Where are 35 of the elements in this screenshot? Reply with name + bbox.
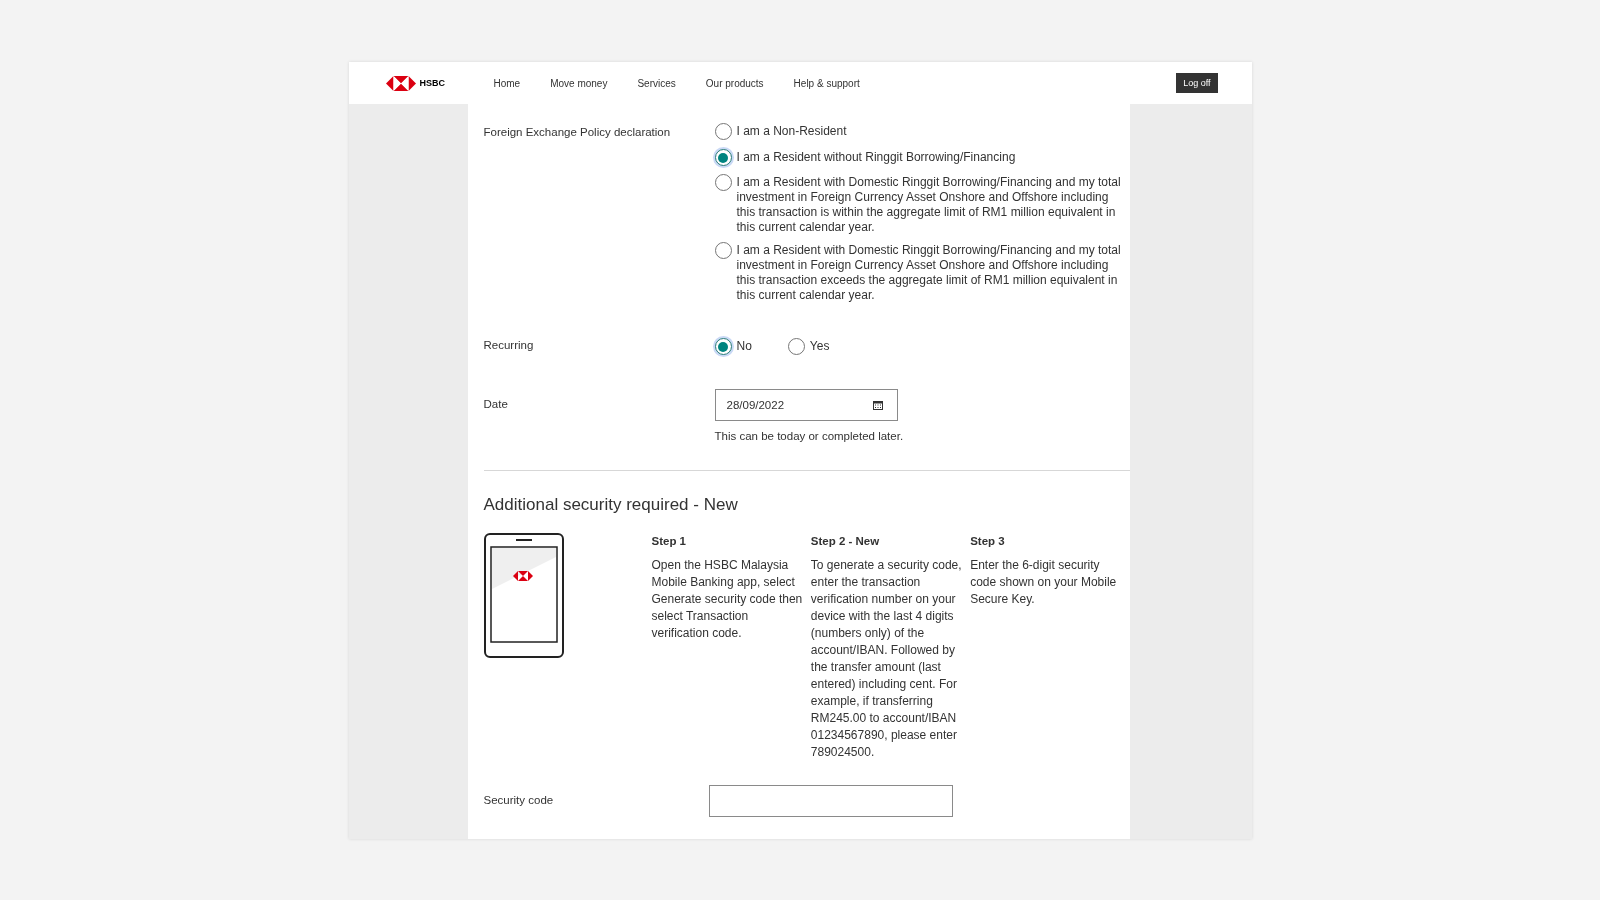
step-title: Step 1	[651, 535, 687, 547]
step-text: To generate a security code, enter the transaction verification number on your device with the last 4 digits (numbers only) of the account/IBAN. Followed by the transfer amount (last entered) including cent. For example, if transferring RM245.00 to account/IBAN 01234567890, please enter 789024500.	[810, 557, 963, 761]
option-label: Yes	[809, 339, 830, 354]
nav-link[interactable]: Services	[637, 77, 676, 89]
section-heading: Additional security required - New	[483, 495, 739, 515]
field-label: Foreign Exchange Policy declaration	[483, 125, 672, 140]
step-title: Step 2 - New	[810, 535, 881, 547]
log-off-button[interactable]: Log off	[1176, 73, 1218, 93]
nav-link[interactable]: Move money	[550, 77, 608, 89]
radio-button[interactable]	[714, 123, 732, 140]
option-label: No	[736, 339, 752, 354]
option-label: I am a Resident without Ringgit Borrowing/Financing	[736, 150, 1017, 165]
field-label: Recurring	[483, 339, 535, 353]
nav-link[interactable]: Our products	[705, 77, 764, 89]
calendar-icon[interactable]	[872, 400, 883, 410]
step-text: Open the HSBC Malaysia Mobile Banking app, select Generate security code then select Transaction verification code.	[651, 557, 804, 642]
option-label: I am a Resident with Domestic Ringgit Borrowing/Financing and my total investment in Foreign Currency Asset Onshore and Offshore including this transaction exceeds the aggregate limit of RM1 million equivalent in this current calendar year.	[736, 243, 1122, 303]
radio-button[interactable]	[714, 338, 732, 355]
option-label: I am a Resident with Domestic Ringgit Borrowing/Financing and my total investment in Foreign Currency Asset Onshore and Offshore including this transaction is within the aggregate limit of RM1 million equivalent in this current calendar year.	[736, 175, 1122, 235]
hexagon-logo-icon	[385, 75, 416, 91]
radio-button[interactable]	[714, 242, 732, 259]
date-field[interactable]: 28/09/2022	[714, 389, 898, 421]
helper-text: This can be today or completed later.	[714, 430, 905, 442]
nav-link[interactable]: Help & support	[793, 77, 860, 89]
field-label: Security code	[483, 793, 555, 808]
security-code-field[interactable]	[708, 785, 953, 817]
radio-button[interactable]	[714, 149, 732, 166]
option-label: I am a Non-Resident	[736, 124, 848, 139]
field-label: Date	[483, 397, 509, 412]
logo-text: HSBC	[419, 78, 445, 88]
step-title: Step 3	[970, 535, 1006, 547]
radio-button[interactable]	[714, 174, 732, 191]
nav-link[interactable]: Home	[493, 77, 521, 89]
step-text: Enter the 6-digit security code shown on your Mobile Secure Key.	[970, 557, 1118, 608]
radio-button[interactable]	[787, 338, 805, 355]
